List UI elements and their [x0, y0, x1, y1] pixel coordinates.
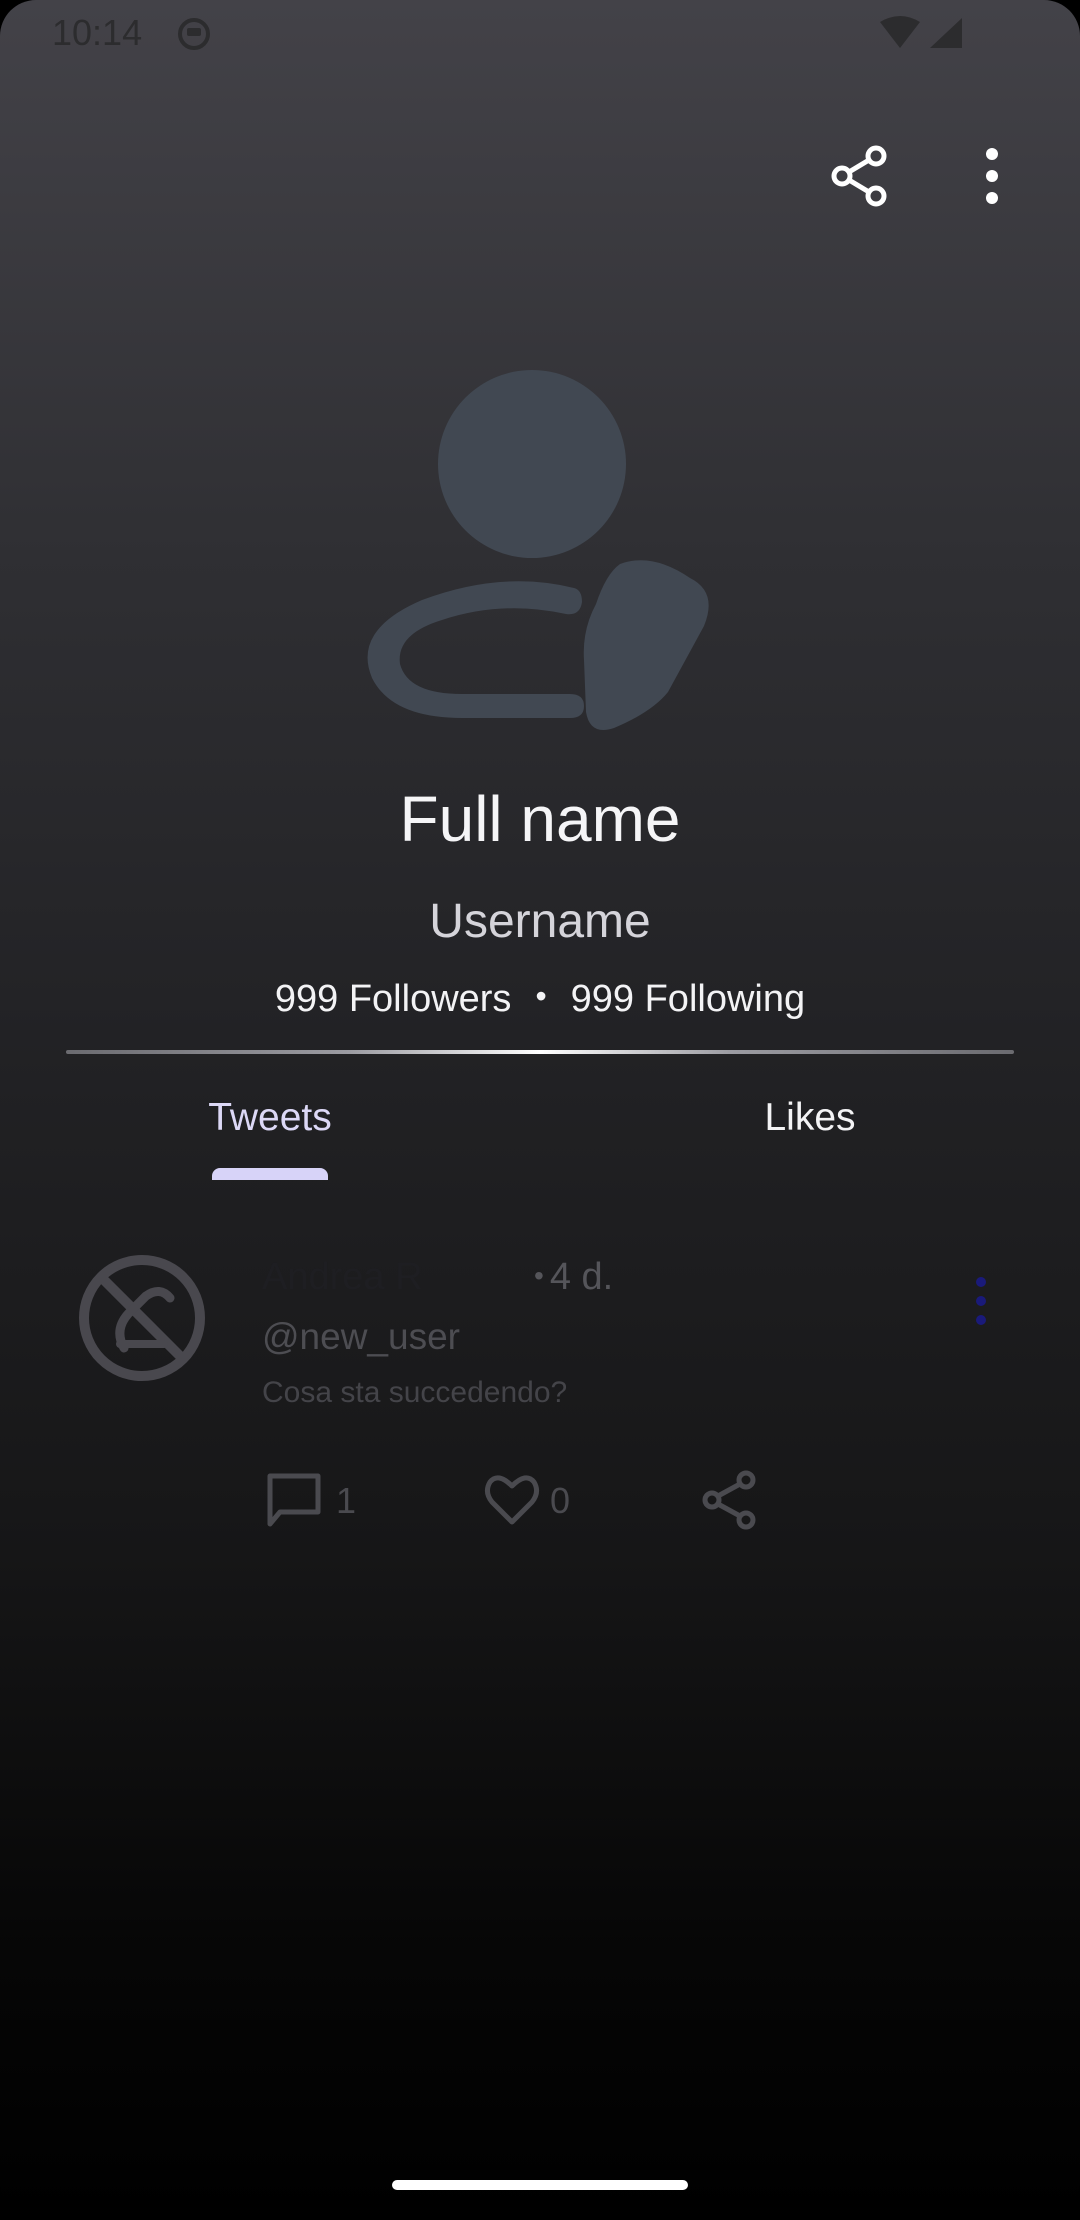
no-image-icon [79, 1255, 205, 1381]
followers-count[interactable]: 999 Followers [275, 978, 512, 1020]
comment-button[interactable]: 1 [264, 1470, 364, 1530]
divider [66, 1050, 1014, 1054]
app-notification-icon [178, 18, 210, 50]
tweet-author-handle[interactable]: @new_user [262, 1316, 460, 1358]
profile-screen: 10:14 Full name Username 999 Followers • 9… [0, 0, 1080, 2220]
status-time: 10:14 [52, 12, 143, 53]
tweet-time-separator: • [534, 1260, 544, 1291]
comment-icon [267, 1473, 321, 1527]
more-vert-icon[interactable] [976, 146, 1008, 206]
heart-icon [484, 1475, 540, 1525]
avatar [367, 370, 709, 730]
wifi-icon [880, 16, 920, 48]
following-count[interactable]: 999 Following [571, 978, 805, 1020]
share-icon [702, 1470, 756, 1530]
share-icon[interactable] [830, 144, 890, 208]
follow-stats: 999 Followers • 999 Following [0, 978, 1080, 1021]
username: Username [429, 895, 651, 948]
tab-tweets[interactable]: Tweets [150, 1096, 390, 1140]
tweet-share-button[interactable] [700, 1470, 760, 1530]
home-indicator[interactable] [392, 2180, 688, 2190]
comment-count: 1 [336, 1480, 357, 1521]
tab-indicator [212, 1168, 328, 1180]
tweet-time: • 4 d. [534, 1256, 613, 1299]
tab-likes[interactable]: Likes [690, 1096, 930, 1140]
tweet-author-name[interactable]: Andrea R [262, 1256, 522, 1300]
tweet-text: Cosa sta succedendo? [262, 1376, 568, 1409]
tweet-time-value: 4 d. [549, 1256, 614, 1298]
like-count: 0 [550, 1480, 571, 1521]
status-bar: 10:14 [0, 0, 1080, 70]
tweet-more-icon[interactable] [974, 1276, 988, 1326]
signal-icon [930, 18, 962, 48]
full-name: Full name [399, 783, 681, 855]
like-button[interactable]: 0 [482, 1470, 582, 1530]
stats-separator: • [535, 978, 547, 1014]
